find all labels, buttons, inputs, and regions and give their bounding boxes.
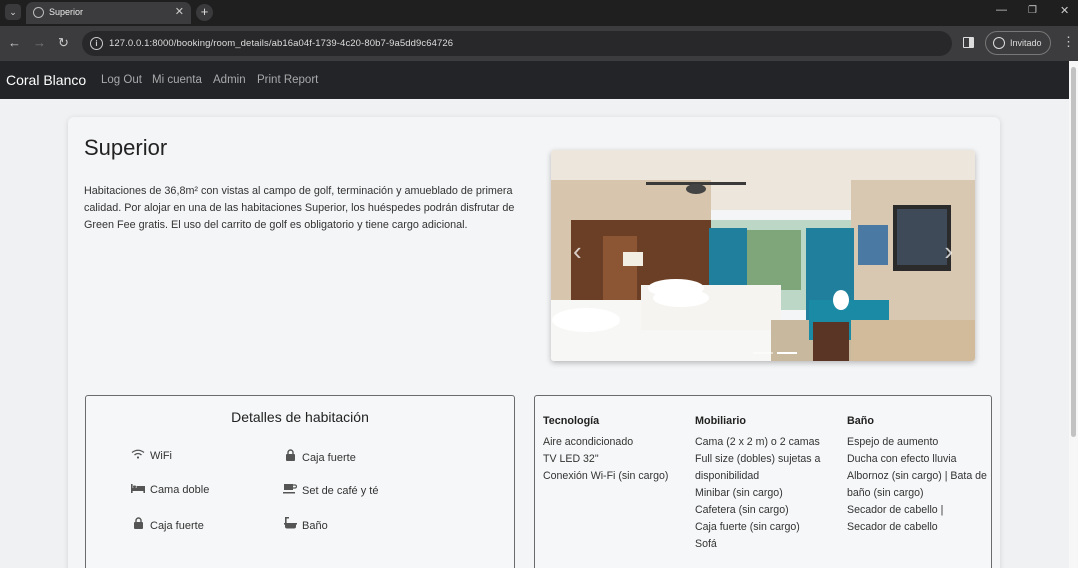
equipment-column-mobiliario: Mobiliario Cama (2 x 2 m) o 2 camas Full… — [695, 413, 835, 553]
site-info-icon[interactable]: i — [90, 37, 103, 50]
bathtub-icon — [282, 517, 298, 532]
nav-link-logout[interactable]: Log Out — [101, 74, 142, 86]
carousel-prev-icon[interactable]: ‹ — [573, 238, 582, 264]
amenity-wifi: WiFi — [130, 449, 172, 462]
profile-avatar-icon — [993, 37, 1005, 49]
amenity-label: Caja fuerte — [150, 520, 204, 532]
list-item: Ducha con efecto lluvia — [847, 453, 957, 465]
brand-link[interactable]: Coral Blanco — [6, 72, 86, 88]
reload-icon[interactable]: ↻ — [58, 35, 69, 51]
address-bar[interactable]: i 127.0.0.1:8000/booking/room_details/ab… — [82, 31, 952, 56]
amenity-double-bed: Cama doble — [130, 483, 209, 496]
amenity-safe-2: Caja fuerte — [130, 517, 204, 532]
column-heading: Tecnología — [543, 415, 600, 427]
list-item: Espejo de aumento — [847, 436, 939, 448]
nav-link-admin[interactable]: Admin — [213, 74, 246, 86]
page-title: Superior — [84, 135, 168, 160]
amenity-coffee-set: Set de café y té — [282, 483, 378, 497]
carousel-indicators — [751, 341, 799, 359]
back-arrow-icon[interactable]: ← — [8, 35, 21, 50]
forward-arrow-icon[interactable]: → — [33, 35, 46, 50]
tab-search-chevron-icon[interactable]: ⌄ — [5, 4, 21, 20]
amenity-label: Cama doble — [150, 484, 210, 496]
list-item: Sofá — [695, 538, 717, 550]
close-window-icon[interactable]: ✕ — [1060, 4, 1069, 17]
list-item: Albornoz (sin cargo) | Bata de baño (sin… — [847, 470, 987, 499]
column-heading: Mobiliario — [695, 415, 746, 427]
kebab-menu-icon[interactable]: ⋮ — [1062, 34, 1075, 50]
amenity-label: Set de café y té — [302, 485, 379, 497]
amenity-bathroom: Baño — [282, 517, 328, 532]
browser-tabstrip: ⌄ Superior ✕ + — ❐ ✕ — [0, 0, 1078, 26]
nav-link-print-report[interactable]: Print Report — [257, 74, 318, 86]
column-heading: Baño — [847, 415, 874, 427]
room-photo-carousel[interactable]: ‹ › — [551, 150, 975, 361]
profile-label: Invitado — [1010, 38, 1042, 48]
wifi-icon — [130, 449, 146, 462]
list-item: Minibar (sin cargo) — [695, 487, 783, 499]
restore-icon[interactable]: ❐ — [1028, 5, 1037, 16]
tab-title: Superior — [49, 7, 84, 17]
bed-icon — [130, 483, 146, 496]
carousel-indicator[interactable] — [753, 352, 773, 354]
amenity-label: Caja fuerte — [302, 452, 356, 464]
list-item: Full size (dobles) sujetas a disponibili… — [695, 453, 821, 482]
list-item: Aire acondicionado — [543, 436, 634, 448]
equipment-column-tecnologia: Tecnología Aire acondicionado TV LED 32"… — [543, 413, 683, 485]
details-title: Detalles de habitación — [231, 409, 369, 425]
url-text[interactable]: 127.0.0.1:8000/booking/room_details/ab16… — [109, 38, 453, 49]
lock-icon — [130, 517, 146, 532]
globe-icon — [33, 7, 44, 18]
coffee-icon — [282, 483, 298, 497]
list-item: Cama (2 x 2 m) o 2 camas — [695, 436, 820, 448]
list-item: TV LED 32" — [543, 453, 599, 465]
list-item: Conexión Wi-Fi (sin cargo) — [543, 470, 669, 482]
equipment-column-bano: Baño Espejo de aumento Ducha con efecto … — [847, 413, 987, 536]
room-description: Habitaciones de 36,8m² con vistas al cam… — [84, 185, 515, 231]
page-scrollbar[interactable] — [1069, 61, 1078, 568]
room-card: Superior Habitaciones de 36,8m² con vist… — [68, 117, 1000, 568]
list-item: Cafetera (sin cargo) — [695, 504, 789, 516]
list-item: Caja fuerte (sin cargo) — [695, 521, 800, 533]
amenity-label: Baño — [302, 520, 328, 532]
list-item: Secador de cabello | — [847, 504, 944, 516]
minimize-icon[interactable]: — — [996, 4, 1007, 16]
nav-link-mi-cuenta[interactable]: Mi cuenta — [152, 74, 202, 86]
carousel-next-icon[interactable]: › — [944, 238, 953, 264]
list-item: Secador de cabello — [847, 521, 938, 533]
profile-button[interactable]: Invitado — [985, 31, 1051, 55]
lock-icon — [282, 449, 298, 464]
room-equipment-box: Tecnología Aire acondicionado TV LED 32"… — [534, 395, 992, 568]
amenity-safe: Caja fuerte — [282, 449, 356, 464]
close-tab-icon[interactable]: ✕ — [175, 5, 184, 18]
new-tab-button[interactable]: + — [196, 4, 213, 21]
side-panel-icon[interactable] — [963, 37, 974, 48]
amenity-label: WiFi — [150, 450, 172, 462]
browser-toolbar: ← → ↻ i 127.0.0.1:8000/booking/room_deta… — [0, 26, 1078, 61]
room-details-box: Detalles de habitación WiFi Caja fuerte … — [85, 395, 515, 568]
scrollbar-thumb[interactable] — [1071, 67, 1076, 437]
carousel-indicator-active[interactable] — [777, 352, 797, 354]
site-navbar: Coral Blanco Log Out Mi cuenta Admin Pri… — [0, 61, 1078, 99]
browser-tab[interactable]: Superior ✕ — [26, 2, 191, 24]
room-photo — [551, 150, 975, 361]
